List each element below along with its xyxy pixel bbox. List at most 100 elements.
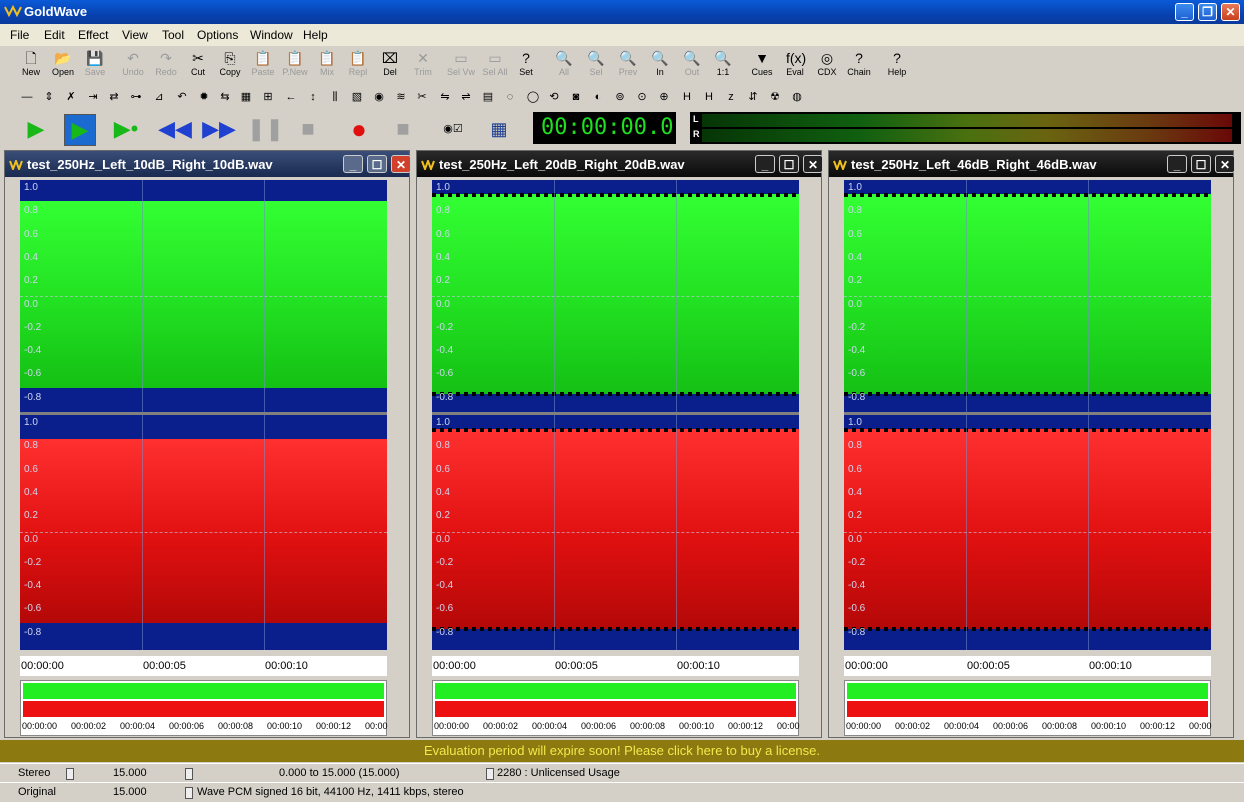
doc-close-button[interactable]: ✕ <box>803 155 823 173</box>
toolbar-cues-button[interactable]: ▼ Cues <box>747 50 777 84</box>
record-mode-icon[interactable]: ◉☑ <box>436 114 470 144</box>
bands-icon[interactable]: ⫼ <box>327 89 343 105</box>
toolbar-trim-button[interactable]: ✕ Trim <box>408 50 438 84</box>
chart-icon[interactable]: ▤ <box>480 89 496 105</box>
hz-icon[interactable]: ⊕ <box>656 89 672 105</box>
document-window[interactable]: test_250Hz_Left_46dB_Right_46dB.wav _ ☐ ✕ 1.… <box>828 150 1235 738</box>
right-channel[interactable]: 1.0 0.8 0.6 0.4 0.2 0.0 -0.2 -0.4 -0.6 -0.8 <box>844 415 1211 650</box>
overview-panel[interactable]: 00:00:00 00:00:02 00:00:04 00:00:06 00:00:08… <box>432 680 800 736</box>
waveform-display[interactable]: 1.0 0.8 0.6 0.4 0.2 0.0 -0.2 -0.4 -0.6 -0.8 1.0 0.8… <box>844 180 1211 650</box>
alert-icon[interactable]: z <box>723 89 739 105</box>
updown-icon[interactable]: ↕ <box>305 89 321 105</box>
document-window[interactable]: test_250Hz_Left_20dB_Right_20dB.wav _ ☐ ✕ 1.… <box>416 150 823 738</box>
menu-options[interactable]: Options <box>197 28 238 42</box>
play-icon[interactable]: ▶ <box>19 114 53 144</box>
loop-icon[interactable]: ⟲ <box>546 89 562 105</box>
right-channel[interactable]: 1.0 0.8 0.6 0.4 0.2 0.0 -0.2 -0.4 -0.6 -0.8 <box>20 415 387 650</box>
left-channel[interactable]: 1.0 0.8 0.6 0.4 0.2 0.0 -0.2 -0.4 -0.6 -0.8 <box>432 180 799 412</box>
evaluation-banner[interactable]: Evaluation period will expire soon! Plea… <box>0 740 1244 762</box>
menu-tool[interactable]: Tool <box>162 28 184 42</box>
bulb-icon[interactable]: ◐ <box>590 89 606 105</box>
doc-maximize-button[interactable]: ☐ <box>367 155 387 173</box>
volume-icon[interactable]: ⇕ <box>41 89 57 105</box>
multi-icon[interactable]: ≋ <box>393 89 409 105</box>
cross-icon[interactable]: ✂ <box>414 89 430 105</box>
overview-panel[interactable]: 00:00:00 00:00:02 00:00:04 00:00:06 00:00:08… <box>844 680 1212 736</box>
left-icon[interactable]: ← <box>283 89 299 105</box>
menu-effect[interactable]: Effect <box>78 28 108 42</box>
merge-icon[interactable]: ⇋ <box>437 89 453 105</box>
waveform-display[interactable]: 1.0 0.8 0.6 0.4 0.2 0.0 -0.2 -0.4 -0.6 -0.8 1.0 0.8… <box>20 180 387 650</box>
document-titlebar[interactable]: test_250Hz_Left_10dB_Right_10dB.wav _ ☐ ✕ <box>5 151 411 177</box>
menu-window[interactable]: Window <box>250 28 293 42</box>
shift-icon[interactable]: ⇥ <box>85 89 101 105</box>
document-titlebar[interactable]: test_250Hz_Left_46dB_Right_46dB.wav _ ☐ ✕ <box>829 151 1235 177</box>
left-channel[interactable]: 1.0 0.8 0.6 0.4 0.2 0.0 -0.2 -0.4 -0.6 -0.8 <box>20 180 387 412</box>
minimize-button[interactable]: _ <box>1175 3 1194 21</box>
spectrum-icon[interactable]: ⊞ <box>260 89 276 105</box>
restore-button[interactable]: ❐ <box>1198 3 1217 21</box>
toolbar-undo-button[interactable]: ↶ Undo <box>118 50 148 84</box>
doc-minimize-button[interactable]: _ <box>1167 155 1187 173</box>
doppler-icon[interactable]: ✹ <box>196 89 212 105</box>
menu-help[interactable]: Help <box>303 28 328 42</box>
wave-icon[interactable]: ⇌ <box>458 89 474 105</box>
fade-icon[interactable]: ✗ <box>63 89 79 105</box>
control-properties-icon[interactable]: ▦ <box>482 114 516 144</box>
gear-icon[interactable]: ☢ <box>767 89 783 105</box>
doc-close-button[interactable]: ✕ <box>1215 155 1235 173</box>
pulse-icon[interactable]: ⊚ <box>612 89 628 105</box>
toolbar-copy-button[interactable]: ⎘ Copy <box>215 50 245 84</box>
timeline-ruler[interactable]: 00:00:00 00:00:05 00:00:10 <box>844 656 1211 676</box>
document-titlebar[interactable]: test_250Hz_Left_20dB_Right_20dB.wav _ ☐ ✕ <box>417 151 823 177</box>
menu-edit[interactable]: Edit <box>44 28 65 42</box>
document-window[interactable]: test_250Hz_Left_10dB_Right_10dB.wav _ ☐ ✕ 1.… <box>4 150 411 738</box>
doc-minimize-button[interactable]: _ <box>343 155 363 173</box>
noise-icon[interactable]: ▧ <box>349 89 365 105</box>
rewind-icon[interactable]: ◀◀ <box>158 114 192 144</box>
bug-icon[interactable]: ⇵ <box>745 89 761 105</box>
record-stop-icon[interactable]: ■ <box>386 114 420 144</box>
hz2-icon[interactable]: H <box>679 89 695 105</box>
circle-icon[interactable]: ◯ <box>525 89 541 105</box>
echo-icon[interactable]: ⊶ <box>128 89 144 105</box>
timeline-ruler[interactable]: 00:00:00 00:00:05 00:00:10 <box>20 656 387 676</box>
disc-icon[interactable]: ◌ <box>502 89 518 105</box>
compress-icon[interactable]: ⇄ <box>106 89 122 105</box>
toolbar-help-button[interactable]: ? Help <box>882 50 912 84</box>
toolbar-save-button[interactable]: 💾 Save <box>80 50 110 84</box>
toolbar-sel-vw-button[interactable]: ▭ Sel Vw <box>446 50 476 84</box>
filter-icon[interactable]: ⇆ <box>217 89 233 105</box>
doc-minimize-button[interactable]: _ <box>755 155 775 173</box>
stop-icon[interactable]: ■ <box>291 114 325 144</box>
waveform-display[interactable]: 1.0 0.8 0.6 0.4 0.2 0.0 -0.2 -0.4 -0.6 -0.8 1.0 0.8… <box>432 180 799 650</box>
close-button[interactable]: ✕ <box>1221 3 1240 21</box>
reverse-icon[interactable]: ↶ <box>174 89 190 105</box>
doc-maximize-button[interactable]: ☐ <box>779 155 799 173</box>
toolbar-set-button[interactable]: ? Set <box>511 50 541 84</box>
line-icon[interactable]: — <box>19 89 35 105</box>
left-channel[interactable]: 1.0 0.8 0.6 0.4 0.2 0.0 -0.2 -0.4 -0.6 -0.8 <box>844 180 1211 412</box>
overview-panel[interactable]: 00:00:00 00:00:02 00:00:04 00:00:06 00:00:08… <box>20 680 388 736</box>
toolbar-1-1-button[interactable]: 🔍 1:1 <box>708 50 738 84</box>
right-channel[interactable]: 1.0 0.8 0.6 0.4 0.2 0.0 -0.2 -0.4 -0.6 -0.8 <box>432 415 799 650</box>
menu-view[interactable]: View <box>122 28 148 42</box>
sun-icon[interactable]: ⊙ <box>634 89 650 105</box>
fx-icon[interactable]: H <box>701 89 717 105</box>
menu-file[interactable]: File <box>10 28 29 42</box>
pause-icon[interactable]: ❚❚ <box>247 114 284 144</box>
clip-icon[interactable]: ◙ <box>568 89 584 105</box>
mail-icon[interactable]: ◍ <box>789 89 805 105</box>
eye-icon[interactable]: ◉ <box>371 89 387 105</box>
play-selection-icon[interactable]: ▶ <box>64 114 96 146</box>
doc-maximize-button[interactable]: ☐ <box>1191 155 1211 173</box>
play-from-cursor-icon[interactable]: ▶• <box>109 114 143 144</box>
doc-close-button[interactable]: ✕ <box>391 155 411 173</box>
toolbar-chain-button[interactable]: ? Chain <box>844 50 874 84</box>
pitch-icon[interactable]: ⊿ <box>151 89 167 105</box>
timeline-ruler[interactable]: 00:00:00 00:00:05 00:00:10 <box>432 656 799 676</box>
toolbar-del-button[interactable]: ⌧ Del <box>375 50 405 84</box>
record-icon[interactable]: ● <box>342 114 376 144</box>
fast-forward-icon[interactable]: ▶▶ <box>202 114 236 144</box>
eq-icon[interactable]: ▦ <box>238 89 254 105</box>
